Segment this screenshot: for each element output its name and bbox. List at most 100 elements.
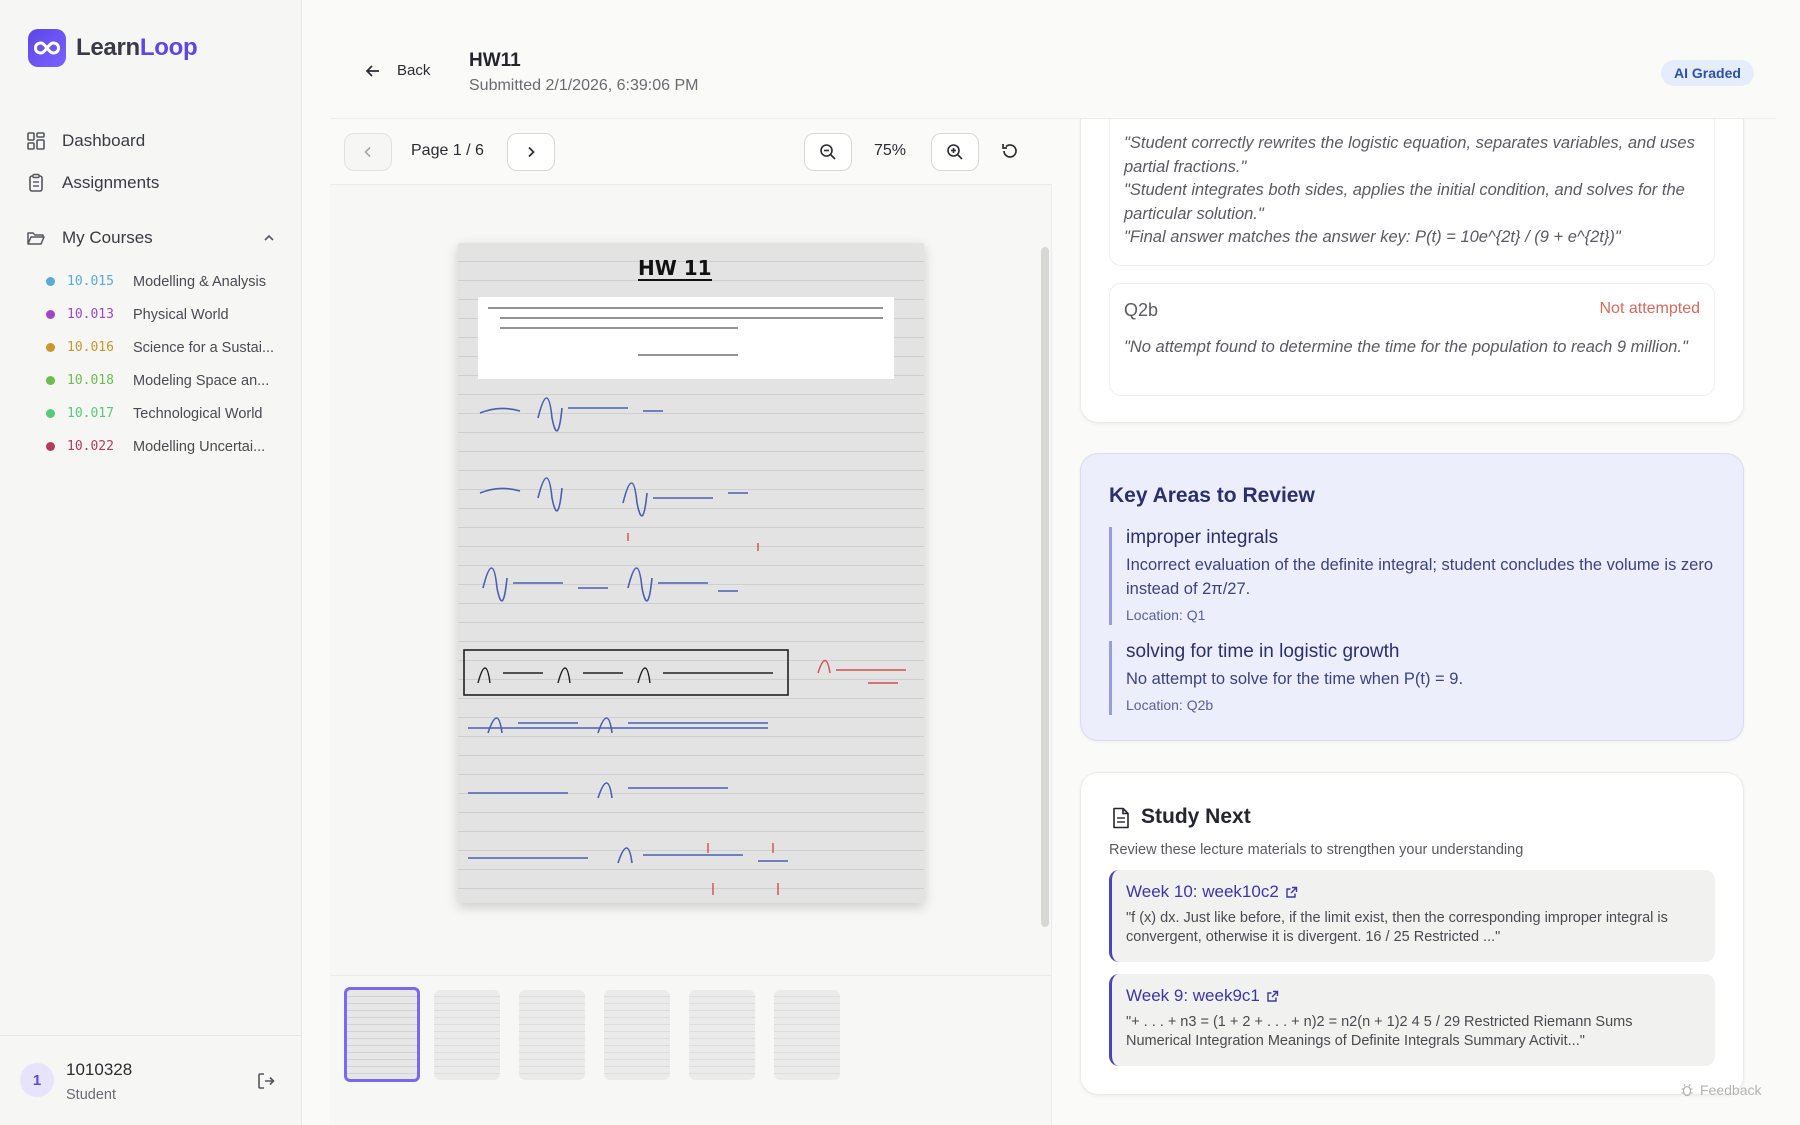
study-item-link[interactable]: Week 10: week10c2 <box>1126 882 1279 902</box>
page-title: HW11 <box>469 50 521 71</box>
review-item: improper integrals Incorrect evaluation … <box>1109 527 1719 625</box>
page-thumbnail[interactable] <box>519 990 585 1080</box>
course-item[interactable]: 10.015 Modelling & Analysis <box>46 265 286 298</box>
app-logo[interactable]: LearnLoop <box>28 29 198 67</box>
document-icon <box>1113 807 1129 829</box>
external-link-icon <box>1267 990 1279 1002</box>
review-item-desc: Incorrect evaluation of the definite int… <box>1126 556 1714 598</box>
dashboard-icon <box>27 132 45 150</box>
nav-assignments-label: Assignments <box>62 173 160 192</box>
feedback-panel: "Student correctly rewrites the logistic… <box>1052 119 1800 1125</box>
avatar: 1 <box>20 1063 54 1097</box>
course-code: 10.017 <box>67 406 114 421</box>
study-item[interactable]: Week 10: week10c2 "f (x) dx. Just like b… <box>1109 870 1715 962</box>
study-item-title[interactable]: Week 9: week9c1 <box>1126 986 1701 1006</box>
course-item[interactable]: 10.017 Technological World <box>46 397 286 430</box>
sidebar: LearnLoop Dashboard Assignments My Cours… <box>0 0 302 1125</box>
q2a-feedback: "Student correctly rewrites the logistic… <box>1109 119 1715 266</box>
course-code: 10.013 <box>67 307 114 322</box>
study-next-subtitle: Review these lecture materials to streng… <box>1109 842 1524 858</box>
study-next-title: Study Next <box>1141 805 1251 828</box>
page-thumbnails <box>330 975 1052 1125</box>
page-thumbnail[interactable] <box>774 990 840 1080</box>
page-thumbnail[interactable] <box>604 990 670 1080</box>
course-name: Physical World <box>133 306 229 323</box>
study-item-link[interactable]: Week 9: week9c1 <box>1126 986 1260 1006</box>
q2a-quote: "Student integrates both sides, applies … <box>1124 181 1685 223</box>
review-item-location: Location: Q1 <box>1126 607 1206 623</box>
course-color-dot <box>46 310 55 319</box>
study-item-excerpt: "f (x) dx. Just like before, if the limi… <box>1126 910 1668 945</box>
infinity-icon <box>28 29 66 67</box>
status-badge: AI Graded <box>1661 60 1754 86</box>
review-item-location: Location: Q2b <box>1126 697 1214 713</box>
study-item-title[interactable]: Week 10: week10c2 <box>1126 882 1701 902</box>
submission-viewer: Page 1 / 6 75% HW 11 <box>330 119 1052 1125</box>
course-item[interactable]: 10.022 Modelling Uncertai... <box>46 430 286 463</box>
submission-page-image: HW 11 <box>458 243 924 903</box>
page-thumbnail[interactable] <box>344 987 420 1082</box>
study-item-excerpt: "+ . . . + n3 = (1 + 2 + . . . + n)2 = n… <box>1126 1014 1633 1049</box>
zoom-in-icon <box>947 144 963 160</box>
course-color-dot <box>46 343 55 352</box>
course-item[interactable]: 10.013 Physical World <box>46 298 286 331</box>
review-item-title: solving for time in logistic growth <box>1126 641 1400 662</box>
course-name: Modelling & Analysis <box>133 273 266 290</box>
page-thumbnail[interactable] <box>689 990 755 1080</box>
chevron-left-icon <box>364 146 371 158</box>
my-courses-toggle[interactable]: My Courses <box>26 222 276 254</box>
course-list: 10.015 Modelling & Analysis 10.013 Physica… <box>46 265 286 463</box>
study-next-card: Study Next Review these lecture material… <box>1080 772 1744 1095</box>
course-code: 10.022 <box>67 439 114 454</box>
submission-timestamp: Submitted 2/1/2026, 6:39:06 PM <box>469 77 699 94</box>
course-code: 10.015 <box>67 274 114 289</box>
course-color-dot <box>46 277 55 286</box>
handwritten-work <box>463 397 906 895</box>
study-item[interactable]: Week 9: week9c1 "+ . . . + n3 = (1 + 2 +… <box>1109 974 1715 1066</box>
course-name: Modelling Uncertai... <box>133 438 266 455</box>
next-page-button[interactable] <box>507 133 555 171</box>
course-code: 10.018 <box>67 373 114 388</box>
user-box: 1 1010328 Student <box>0 1035 302 1125</box>
q2b-feedback: Q2b Not attempted "No attempt found to d… <box>1109 283 1715 396</box>
course-name: Modeling Space an... <box>133 372 270 389</box>
course-code: 10.016 <box>67 340 114 355</box>
chevron-up-icon <box>264 234 274 241</box>
logout-icon[interactable] <box>256 1071 276 1091</box>
review-item-title: improper integrals <box>1126 527 1279 548</box>
zoom-out-button[interactable] <box>804 133 852 171</box>
course-item[interactable]: 10.018 Modeling Space an... <box>46 364 286 397</box>
q2b-status: Not attempted <box>1599 300 1701 317</box>
page-indicator: Page 1 / 6 <box>411 142 484 159</box>
arrow-left-icon <box>365 64 379 77</box>
q2a-quote: "Final answer matches the answer key: P(… <box>1124 228 1621 246</box>
course-item[interactable]: 10.016 Science for a Sustai... <box>46 331 286 364</box>
main-nav: Dashboard Assignments <box>26 120 276 204</box>
chevron-right-icon <box>528 146 535 158</box>
page-header: Back HW11 Submitted 2/1/2026, 6:39:06 PM… <box>303 0 1800 118</box>
prev-page-button[interactable] <box>344 133 392 171</box>
external-link-icon <box>1286 886 1297 898</box>
user-role: Student <box>66 1087 116 1103</box>
back-button[interactable]: Back <box>365 62 430 79</box>
app-name: LearnLoop <box>76 34 198 61</box>
q2b-quote: "No attempt found to determine the time … <box>1124 338 1688 356</box>
q2b-title: Q2b <box>1124 300 1159 320</box>
q2a-quote: "Student correctly rewrites the logistic… <box>1124 134 1695 176</box>
feedback-button[interactable]: Feedback <box>1680 1082 1761 1098</box>
rotate-icon[interactable] <box>1000 141 1020 161</box>
nav-assignments[interactable]: Assignments <box>26 162 276 204</box>
viewer-scrollbar[interactable] <box>1041 247 1049 927</box>
key-areas-card: Key Areas to Review improper integrals I… <box>1080 453 1744 741</box>
review-item-desc: No attempt to solve for the time when P(… <box>1126 670 1464 688</box>
nav-dashboard[interactable]: Dashboard <box>26 120 276 162</box>
zoom-level: 75% <box>874 142 907 159</box>
feedback-label: Feedback <box>1700 1082 1762 1098</box>
zoom-in-button[interactable] <box>931 133 979 171</box>
course-color-dot <box>46 409 55 418</box>
clipboard-icon <box>29 173 43 192</box>
course-name: Technological World <box>133 405 263 422</box>
viewer-toolbar: Page 1 / 6 75% <box>330 119 1052 185</box>
zoom-out-icon <box>820 144 836 160</box>
page-thumbnail[interactable] <box>434 990 500 1080</box>
